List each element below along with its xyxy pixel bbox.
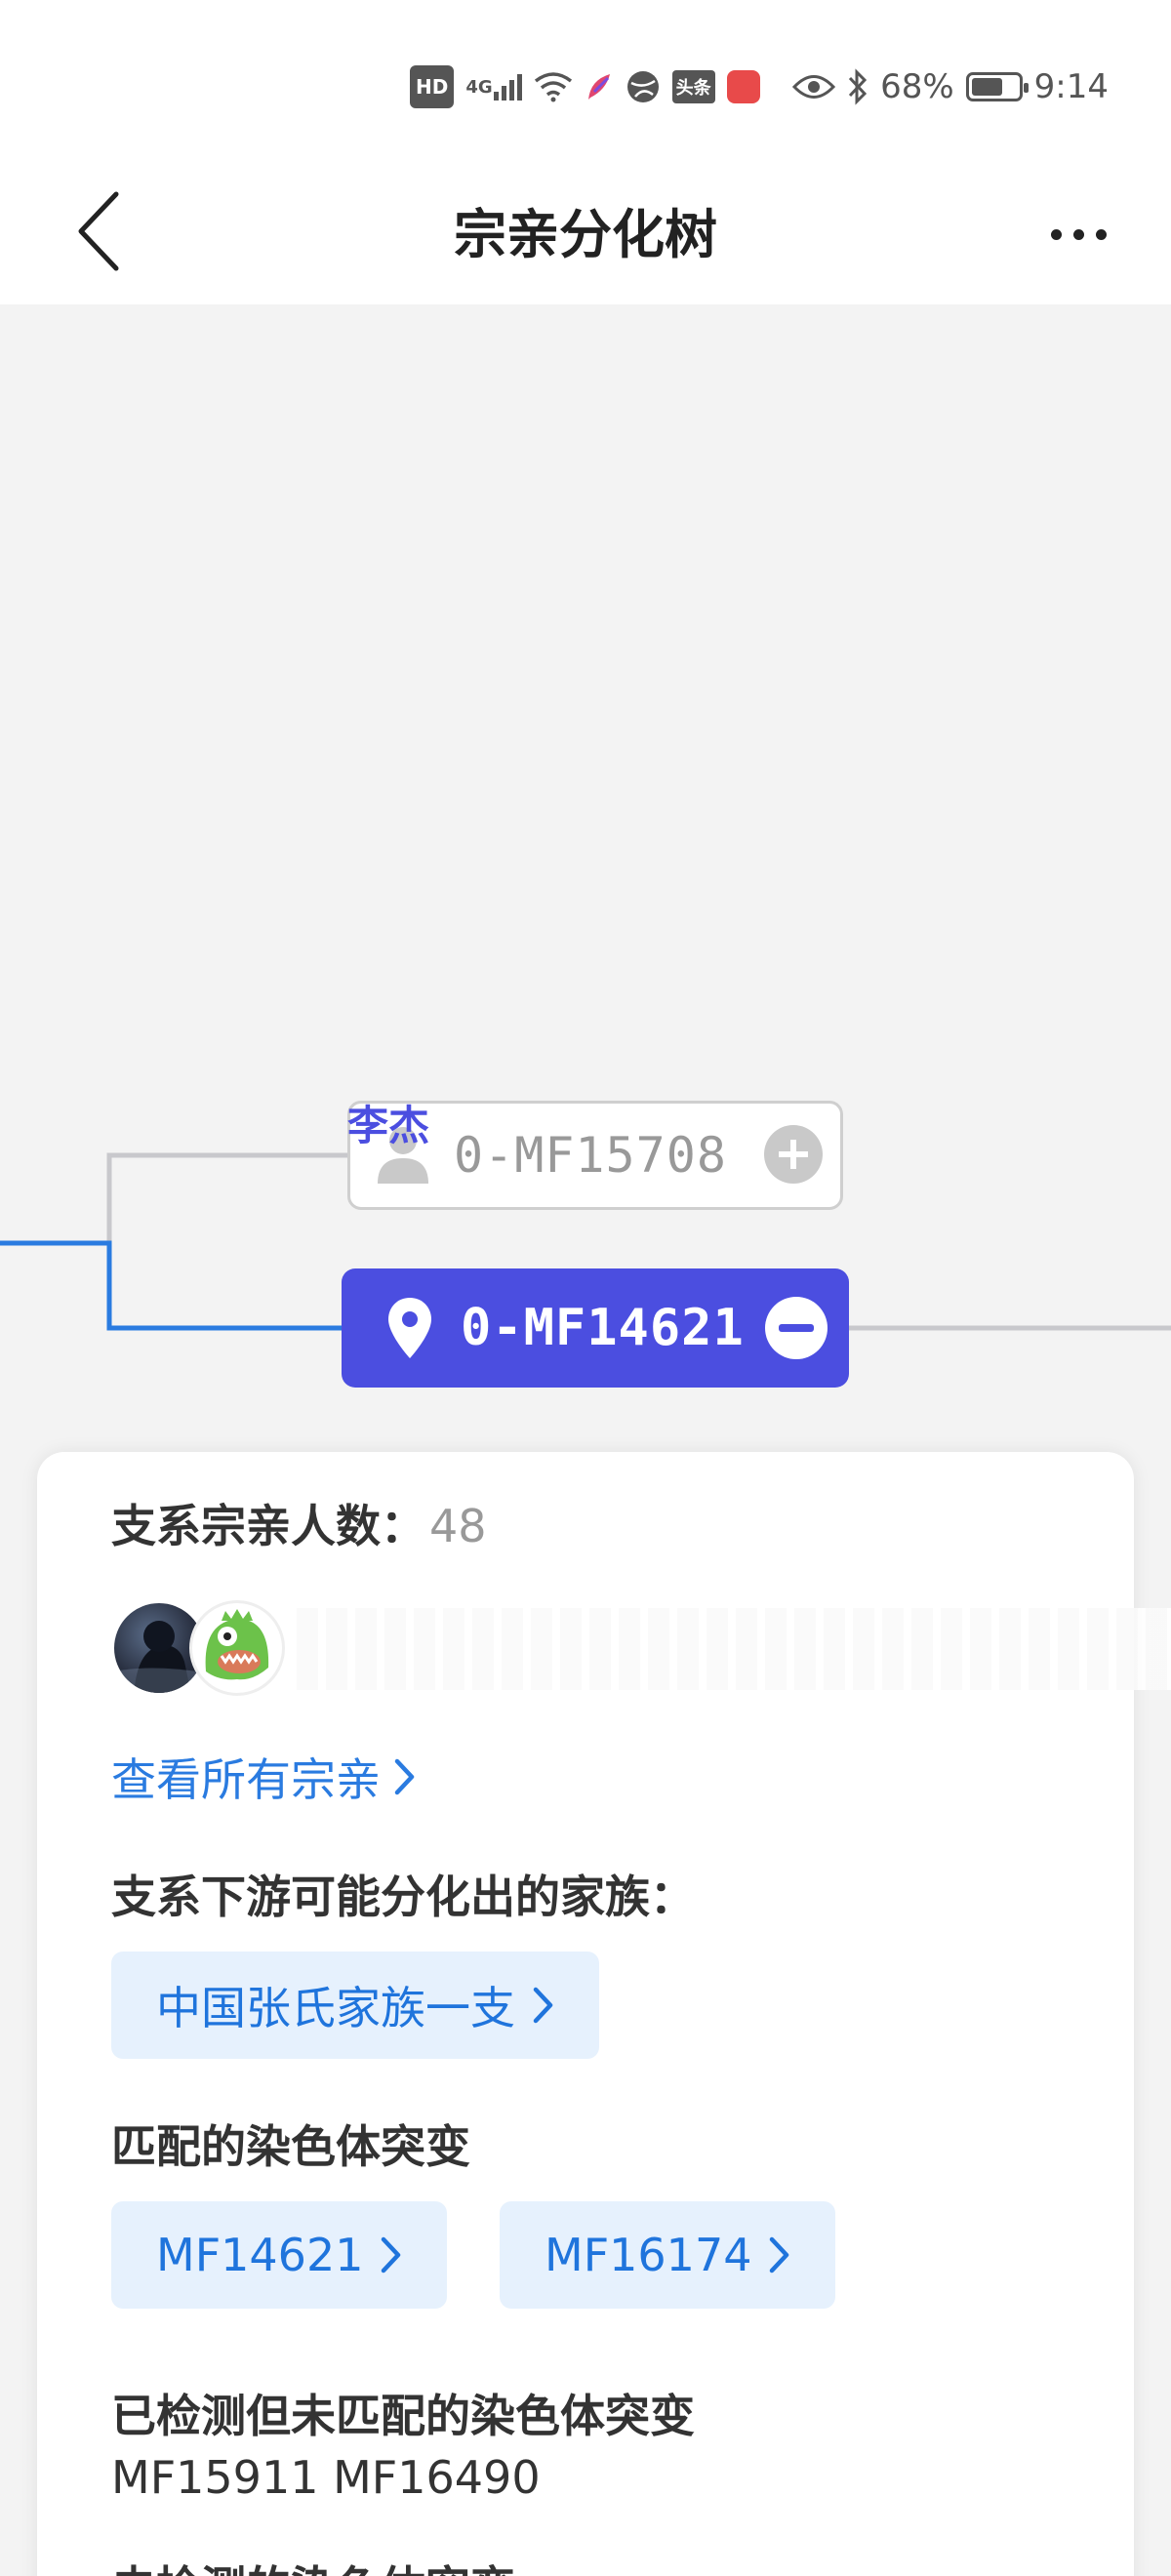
- view-all-relatives-link[interactable]: 查看所有宗亲: [111, 1745, 416, 1809]
- app-screen: HD 4G 头条 68% 9:14 宗亲分化树 0-MF15708 0-MF14…: [0, 0, 1171, 2576]
- more-dot-icon: [1050, 228, 1062, 240]
- unmatched-mutations-values: MF15911 MF16490: [111, 2451, 541, 2504]
- battery-icon: [965, 72, 1029, 101]
- chevron-right-icon: [394, 1758, 415, 1795]
- feather-app-icon: [585, 67, 614, 106]
- battery-percent: 68%: [880, 67, 954, 106]
- toutiao-app-icon: 头条: [671, 67, 715, 106]
- chevron-right-icon: [533, 1987, 553, 2024]
- browser-app-icon: [626, 67, 661, 106]
- location-pin-icon: [381, 1294, 439, 1362]
- active-node-label: 0-MF14621: [461, 1299, 745, 1357]
- mutation-chip-label: MF16174: [545, 2229, 752, 2281]
- status-bar: HD 4G 头条 68% 9:14: [0, 0, 1171, 166]
- toutiao-label: 头条: [671, 70, 715, 103]
- clock: 9:14: [1033, 67, 1109, 106]
- lineage-tree-canvas[interactable]: 0-MF15708 0-MF14621 李杰: [0, 304, 1171, 1456]
- more-avatars-placeholder: [297, 1608, 1171, 1690]
- matched-mutations-title: 匹配的染色体突变: [111, 2120, 470, 2173]
- branch-count-label: 支系宗亲人数：: [111, 1500, 425, 1552]
- status-left: HD 4G 头条: [410, 64, 760, 109]
- unmatched-mutations-title: 已检测但未匹配的染色体突变: [111, 2390, 695, 2442]
- mutation-chip[interactable]: MF14621: [111, 2201, 448, 2309]
- tree-node-active[interactable]: 0-MF14621: [342, 1268, 849, 1388]
- expand-plus-icon[interactable]: [764, 1125, 823, 1184]
- page-title: 宗亲分化树: [454, 204, 717, 265]
- wifi-icon: [534, 67, 573, 106]
- more-dot-icon: [1072, 228, 1084, 240]
- branch-count-row: 支系宗亲人数：48: [111, 1491, 487, 1555]
- untested-mutations-title: 未检测的染色体突变: [111, 2553, 515, 2576]
- branch-count-value: 48: [429, 1500, 487, 1552]
- more-options-button[interactable]: [1025, 185, 1132, 283]
- mutation-chip-label: MF14621: [156, 2229, 364, 2281]
- active-node-person[interactable]: 李杰: [347, 1093, 429, 1152]
- family-chip[interactable]: 中国张氏家族一支: [111, 1952, 599, 2059]
- mutation-chip[interactable]: MF16174: [500, 2201, 836, 2309]
- title-bar: 宗亲分化树: [0, 166, 1171, 304]
- hd-icon: HD: [410, 65, 455, 108]
- status-right: 68% 9:14: [792, 64, 1109, 109]
- chevron-right-icon: [770, 2236, 789, 2274]
- downstream-families-title: 支系下游可能分化出的家族：: [111, 1871, 695, 1923]
- family-chip-label: 中国张氏家族一支: [156, 1982, 515, 2034]
- chevron-right-icon: [382, 2236, 401, 2274]
- inactive-connector: [106, 1152, 347, 1328]
- active-connector: [0, 1240, 342, 1331]
- eye-icon: [792, 67, 836, 106]
- avatar[interactable]: [189, 1600, 285, 1696]
- store-app-icon: [726, 67, 760, 106]
- more-dot-icon: [1095, 228, 1107, 240]
- bluetooth-icon: [847, 67, 868, 106]
- branch-info-card: 支系宗亲人数：48 查看所有宗亲 支系下游可能分化出的家族： 中国张氏家族一支 …: [37, 1452, 1171, 2576]
- relatives-avatar-row[interactable]: [111, 1600, 1171, 1698]
- network-type: 4G: [465, 76, 493, 98]
- collapse-minus-icon[interactable]: [765, 1297, 828, 1359]
- signal-icon: 4G: [465, 67, 522, 106]
- ghost-node-label: 0-MF15708: [454, 1127, 727, 1184]
- view-all-label: 查看所有宗亲: [111, 1753, 381, 1806]
